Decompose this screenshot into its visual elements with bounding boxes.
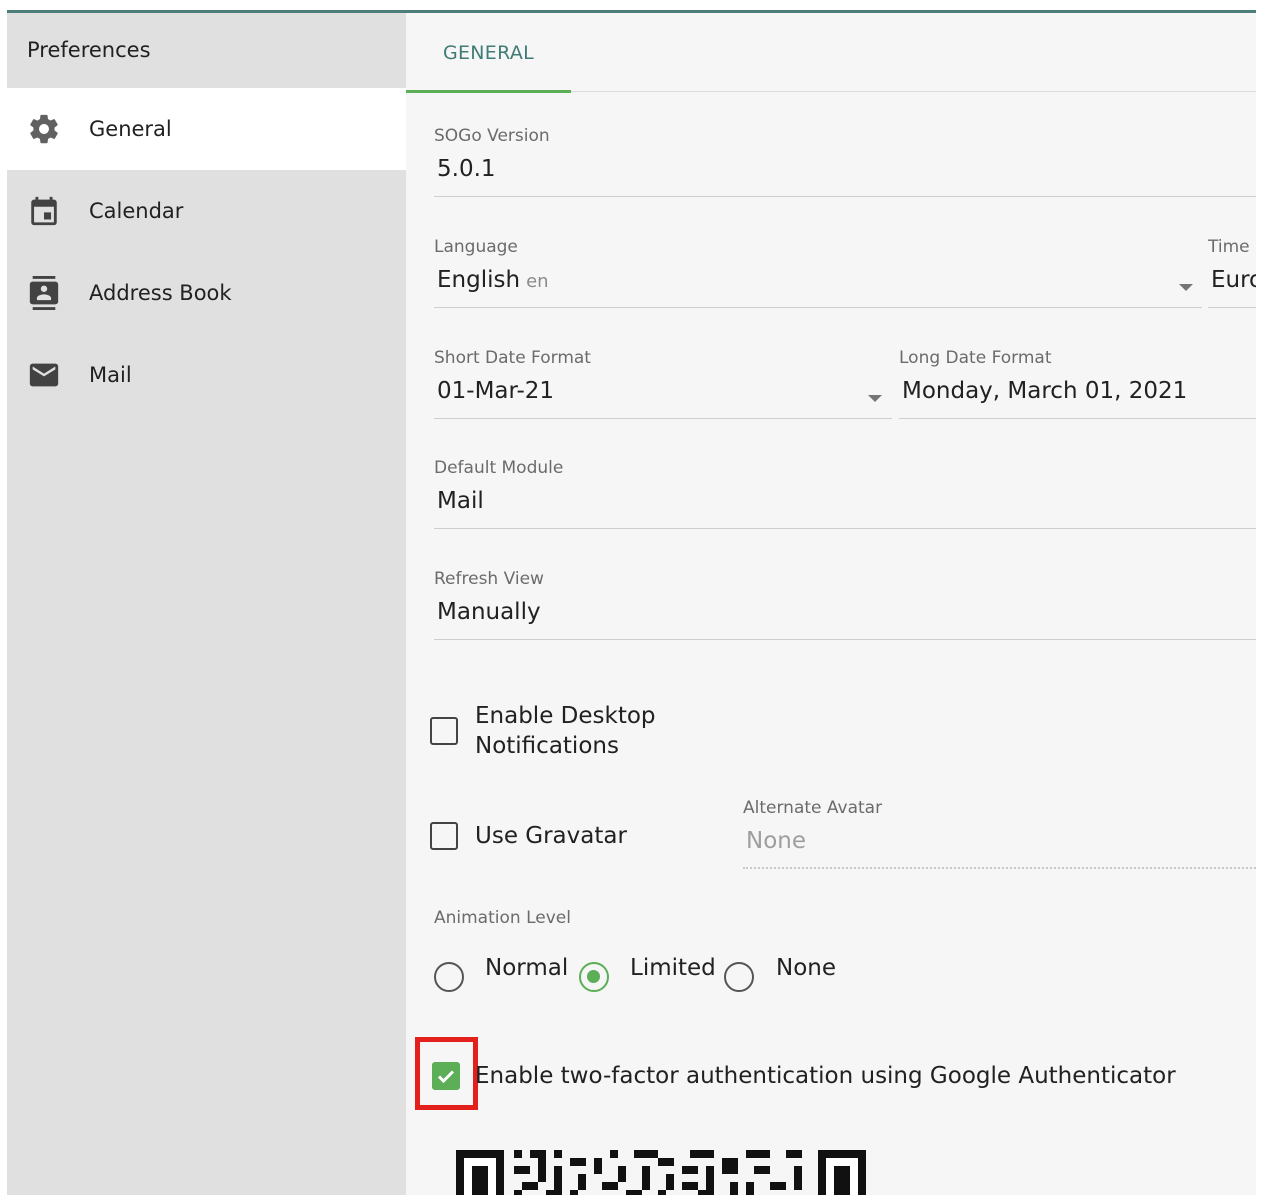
field-label: Default Module: [434, 458, 564, 478]
field-label: Short Date Format: [434, 348, 591, 368]
tab-general[interactable]: GENERAL: [406, 13, 571, 93]
default-module-select[interactable]: Default Module Mail: [434, 458, 1256, 530]
label-line: Notifications: [475, 733, 619, 759]
field-underline: [434, 307, 1202, 308]
field-underline: [434, 639, 1256, 640]
use-gravatar-checkbox[interactable]: [430, 822, 458, 850]
mail-icon: [27, 358, 61, 392]
preferences-main: GENERAL SOGo Version 5.0.1 Language Engl…: [406, 10, 1256, 1195]
field-label: Language: [434, 237, 518, 257]
language-name: English: [437, 267, 521, 293]
animation-none-radio[interactable]: [724, 962, 754, 992]
contact-card-icon: [27, 276, 61, 310]
sidebar-title: Preferences: [27, 38, 151, 62]
calendar-icon: [27, 194, 61, 228]
field-label: Alternate Avatar: [743, 798, 883, 818]
two-factor-label[interactable]: Enable two-factor authentication using G…: [475, 1061, 1176, 1091]
sidebar-item-label: Address Book: [89, 281, 232, 305]
alternate-avatar-select: Alternate Avatar None: [743, 798, 1256, 870]
refresh-view-select[interactable]: Refresh View Manually: [434, 569, 1256, 641]
field-label: Long Date Format: [899, 348, 1052, 368]
animation-limited-radio[interactable]: [579, 962, 609, 992]
desktop-notifications-label[interactable]: Enable Desktop Notifications: [475, 701, 656, 761]
short-date-value: 01-Mar-21: [437, 378, 555, 404]
sidebar-item-mail[interactable]: Mail: [7, 334, 406, 416]
field-underline: [1208, 307, 1256, 308]
sogo-version-value: 5.0.1: [437, 156, 496, 182]
sidebar-item-label: General: [89, 117, 172, 141]
sidebar-item-address-book[interactable]: Address Book: [7, 252, 406, 334]
chevron-down-icon: [1179, 284, 1193, 291]
label-line: Enable Desktop: [475, 703, 656, 729]
alternate-avatar-value: None: [746, 828, 807, 854]
preferences-sidebar: Preferences General Calendar Address Boo…: [7, 10, 406, 1195]
animation-level-group: Animation Level: [434, 908, 834, 932]
desktop-notifications-checkbox[interactable]: [430, 717, 458, 745]
timezone-value: Euro: [1211, 267, 1256, 293]
timezone-select[interactable]: Time Euro: [1208, 237, 1256, 309]
gear-icon: [27, 112, 61, 146]
field-label: Refresh View: [434, 569, 544, 589]
sidebar-item-label: Mail: [89, 363, 132, 387]
short-date-format-select[interactable]: Short Date Format 01-Mar-21: [434, 348, 892, 420]
language-code: en: [526, 271, 549, 292]
field-underline: [434, 196, 1256, 197]
sogo-version-field: SOGo Version 5.0.1: [434, 126, 1256, 198]
use-gravatar-label[interactable]: Use Gravatar: [475, 821, 627, 851]
field-underline: [434, 418, 892, 419]
animation-none-label[interactable]: None: [776, 955, 836, 981]
language-value: English en: [434, 267, 1202, 293]
field-underline: [899, 418, 1256, 419]
long-date-format-select[interactable]: Long Date Format Monday, March 01, 2021: [899, 348, 1256, 420]
field-label: SOGo Version: [434, 126, 550, 146]
tab-label: GENERAL: [442, 41, 535, 64]
tab-active-indicator: [406, 90, 571, 93]
highlight-annotation: [415, 1037, 478, 1110]
qr-code-image: [456, 1150, 866, 1195]
long-date-value: Monday, March 01, 2021: [902, 378, 1188, 404]
field-label: Time: [1208, 237, 1250, 257]
field-label: Animation Level: [434, 908, 571, 928]
default-module-value: Mail: [437, 488, 484, 514]
chevron-down-icon: [868, 395, 882, 402]
animation-normal-radio[interactable]: [434, 962, 464, 992]
sidebar-item-label: Calendar: [89, 199, 184, 223]
right-edge: [1256, 0, 1265, 1195]
language-select[interactable]: Language English en: [434, 237, 1202, 309]
field-underline: [743, 867, 1256, 869]
sidebar-item-calendar[interactable]: Calendar: [7, 170, 406, 252]
tab-bar: GENERAL: [406, 13, 1256, 93]
field-underline: [434, 528, 1256, 529]
top-accent-line: [7, 10, 406, 13]
refresh-view-value: Manually: [437, 599, 541, 625]
app-frame: Preferences General Calendar Address Boo…: [0, 0, 1265, 1195]
animation-limited-label[interactable]: Limited: [630, 955, 716, 981]
sidebar-item-general[interactable]: General: [7, 88, 406, 170]
animation-normal-label[interactable]: Normal: [485, 955, 568, 981]
